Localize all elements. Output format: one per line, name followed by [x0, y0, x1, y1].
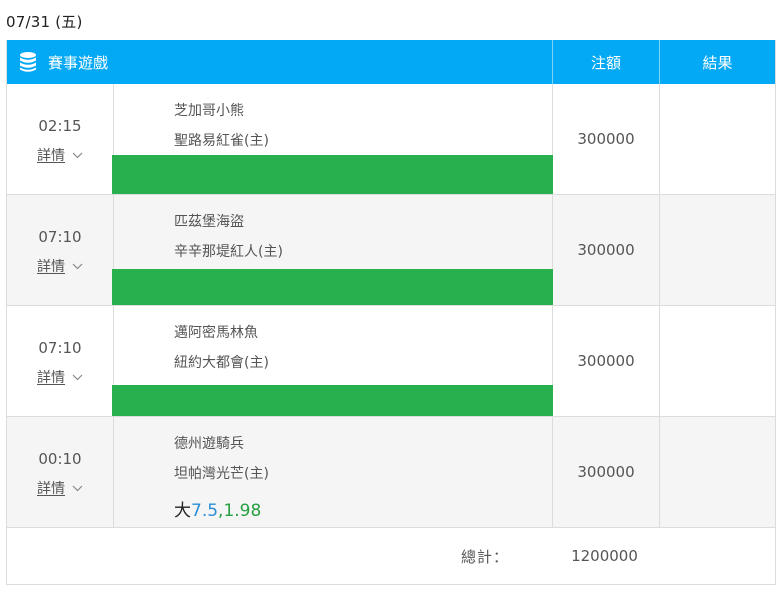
time-cell: 02:15 詳情	[7, 84, 114, 194]
time-cell: 00:10 詳情	[7, 417, 114, 527]
date-heading: 07/31 (五)	[6, 13, 83, 31]
total-value: 1200000	[571, 547, 638, 565]
time-cell: 07:10 詳情	[7, 306, 114, 416]
details-toggle[interactable]: 詳情	[37, 256, 83, 276]
details-link[interactable]: 詳情	[37, 367, 65, 387]
result-cell	[660, 195, 775, 305]
home-team: 坦帕灣光芒(主)	[174, 466, 269, 482]
header-result-label: 結果	[702, 53, 733, 72]
away-team: 德州遊騎兵	[174, 436, 244, 452]
table-header: 賽事遊戲 注額 結果	[7, 40, 775, 84]
match-cell: 匹茲堡海盜 辛辛那堤紅人(主)	[112, 195, 553, 305]
pick-odds: 1.98	[223, 501, 262, 521]
time-cell: 07:10 詳情	[7, 195, 114, 305]
total-row: 總計： 1200000	[7, 528, 775, 585]
details-link[interactable]: 詳情	[37, 478, 65, 498]
details-toggle[interactable]: 詳情	[37, 478, 83, 498]
result-cell	[660, 84, 775, 194]
match-time: 07:10	[38, 339, 82, 357]
highlight-bar	[112, 155, 553, 194]
stake-cell: 300000	[553, 306, 660, 416]
details-link[interactable]: 詳情	[37, 145, 65, 165]
details-toggle[interactable]: 詳情	[37, 145, 83, 165]
home-team: 紐約大都會(主)	[174, 355, 269, 371]
home-team: 辛辛那堤紅人(主)	[174, 244, 283, 260]
details-toggle[interactable]: 詳情	[37, 367, 83, 387]
match-time: 07:10	[38, 228, 82, 246]
away-team: 邁阿密馬林魚	[174, 325, 258, 341]
match-cell: 德州遊騎兵 坦帕灣光芒(主) 大7.5,1.98	[114, 417, 553, 527]
match-time: 00:10	[38, 450, 82, 468]
pick-line: 7.5	[191, 501, 219, 521]
highlight-bar	[112, 385, 553, 416]
stake-cell: 300000	[553, 84, 660, 194]
details-link[interactable]: 詳情	[37, 256, 65, 276]
table-row: 02:15 詳情 芝加哥小熊 聖路易紅雀(主) 300000	[7, 84, 775, 195]
match-cell: 邁阿密馬林魚 紐約大都會(主)	[112, 306, 553, 416]
away-team: 芝加哥小熊	[174, 103, 244, 119]
database-icon	[20, 52, 36, 72]
bet-table: 賽事遊戲 注額 結果 02:15 詳情 芝加哥小熊 聖路易紅雀(主) 30000…	[6, 40, 776, 585]
table-row: 00:10 詳情 德州遊騎兵 坦帕灣光芒(主) 大7.5,1.98 300000	[7, 417, 775, 528]
result-cell	[660, 306, 775, 416]
table-row: 07:10 詳情 匹茲堡海盜 辛辛那堤紅人(主) 300000	[7, 195, 775, 306]
header-stake-label: 注額	[553, 40, 660, 84]
home-team: 聖路易紅雀(主)	[174, 133, 269, 149]
match-cell: 芝加哥小熊 聖路易紅雀(主)	[112, 84, 553, 194]
table-row: 07:10 詳情 邁阿密馬林魚 紐約大都會(主) 300000	[7, 306, 775, 417]
total-label: 總計：	[460, 547, 509, 566]
chevron-down-icon	[72, 152, 83, 158]
stake-cell: 300000	[553, 417, 660, 527]
chevron-down-icon	[72, 263, 83, 269]
stake-cell: 300000	[553, 195, 660, 305]
pick-side: 大	[174, 501, 191, 521]
chevron-down-icon	[72, 485, 83, 491]
highlight-bar	[112, 269, 553, 305]
away-team: 匹茲堡海盜	[174, 214, 244, 230]
header-game-column: 賽事遊戲	[7, 40, 553, 84]
chevron-down-icon	[72, 374, 83, 380]
result-cell	[660, 417, 775, 527]
match-time: 02:15	[38, 117, 82, 135]
header-game-label: 賽事遊戲	[48, 53, 109, 72]
bet-pick: 大7.5,1.98	[174, 496, 261, 521]
